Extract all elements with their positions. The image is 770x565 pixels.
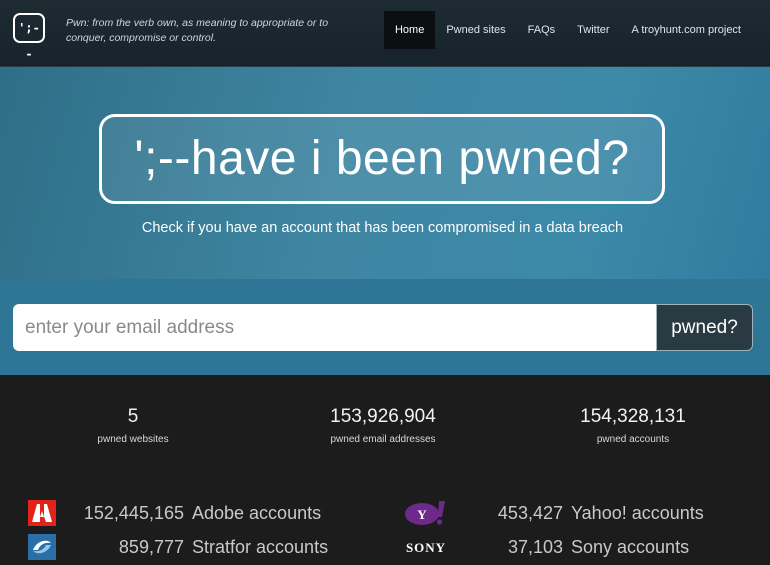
nav-menu: Home Pwned sites FAQs Twitter A troyhunt… <box>383 11 752 49</box>
breach-row-adobe[interactable]: 152,445,165 <box>60 501 184 525</box>
site-logo[interactable]: ';-- <box>13 13 45 61</box>
breach-count: 453,427 <box>497 503 563 523</box>
breach-name[interactable]: Sony accounts <box>571 535 689 559</box>
stats-section: 5 pwned websites 153,926,904 pwned email… <box>0 376 770 564</box>
breach-count: 152,445,165 <box>83 503 184 523</box>
breach-row-yahoo[interactable]: 453,427 <box>470 501 563 525</box>
breach-count: 859,777 <box>118 537 184 557</box>
tagline: Pwn: from the verb own, as meaning to ap… <box>66 17 329 44</box>
stat-label: pwned websites <box>97 434 169 445</box>
breach-name[interactable]: Yahoo! accounts <box>571 501 704 525</box>
nav-item-home[interactable]: Home <box>383 11 436 49</box>
stat-label: pwned email addresses <box>330 434 436 445</box>
top-navbar: ';-- Pwn: from the verb own, as meaning … <box>0 0 770 67</box>
sony-logo-text: SONY <box>406 540 446 555</box>
email-search-input[interactable] <box>13 304 657 351</box>
hero-banner: ';--have i been pwned? Check if you have… <box>0 67 770 279</box>
stat-value: 5 <box>127 406 139 427</box>
stat-pwned-websites: 5 pwned websites <box>8 406 258 445</box>
page-subtitle: Check if you have an account that has be… <box>141 220 624 236</box>
svg-text:Y: Y <box>417 507 427 522</box>
stat-label: pwned accounts <box>596 434 670 445</box>
page-title: ';--have i been pwned? <box>99 114 665 204</box>
breach-name[interactable]: Stratfor accounts <box>192 535 328 559</box>
nav-item-pwned-sites[interactable]: Pwned sites <box>435 11 516 49</box>
nav-item-twitter[interactable]: Twitter <box>566 11 620 49</box>
search-section: pwned? <box>0 279 770 375</box>
adobe-logo-icon[interactable] <box>28 500 56 526</box>
stat-value: 154,328,131 <box>580 406 686 427</box>
stat-pwned-accounts: 154,328,131 pwned accounts <box>508 406 758 445</box>
stratfor-logo-icon[interactable] <box>28 534 56 560</box>
nav-item-troyhunt-project[interactable]: A troyhunt.com project <box>621 11 752 49</box>
breach-name[interactable]: Adobe accounts <box>192 501 321 525</box>
pwned-button[interactable]: pwned? <box>656 304 753 351</box>
sony-logo-icon[interactable]: SONY <box>398 538 454 556</box>
stat-value: 153,926,904 <box>330 406 436 427</box>
breach-row-stratfor[interactable]: 859,777 <box>60 535 184 559</box>
nav-item-faqs[interactable]: FAQs <box>517 11 567 49</box>
breach-row-sony[interactable]: 37,103 <box>470 535 563 559</box>
yahoo-logo-icon[interactable]: Y <box>404 500 446 526</box>
breach-count: 37,103 <box>507 537 563 557</box>
stat-pwned-email-addresses: 153,926,904 pwned email addresses <box>258 406 508 445</box>
